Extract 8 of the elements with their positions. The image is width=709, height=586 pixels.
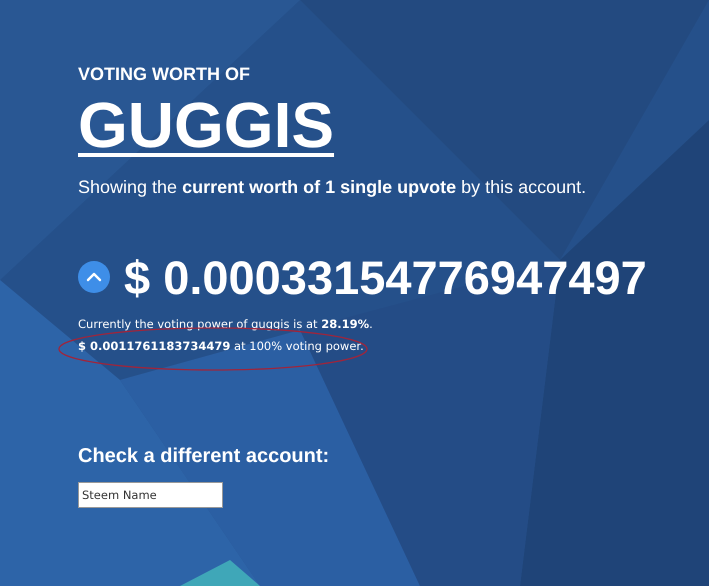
chevron-icon	[87, 273, 101, 282]
account-name: GUGGIS	[78, 89, 334, 163]
lookup-heading: Check a different account:	[78, 444, 330, 468]
page-subtitle: Showing the current worth of 1 single upvote by this account.	[78, 176, 586, 198]
detail-text: $ 0.0011761183734479 at 100% voting power.	[78, 338, 364, 353]
upvote-worth: $ 0.00033154776947497	[124, 250, 647, 305]
account-input-field[interactable]: Steem Name	[78, 482, 223, 508]
page-kicker: VOTING WORTH OF	[78, 64, 250, 85]
